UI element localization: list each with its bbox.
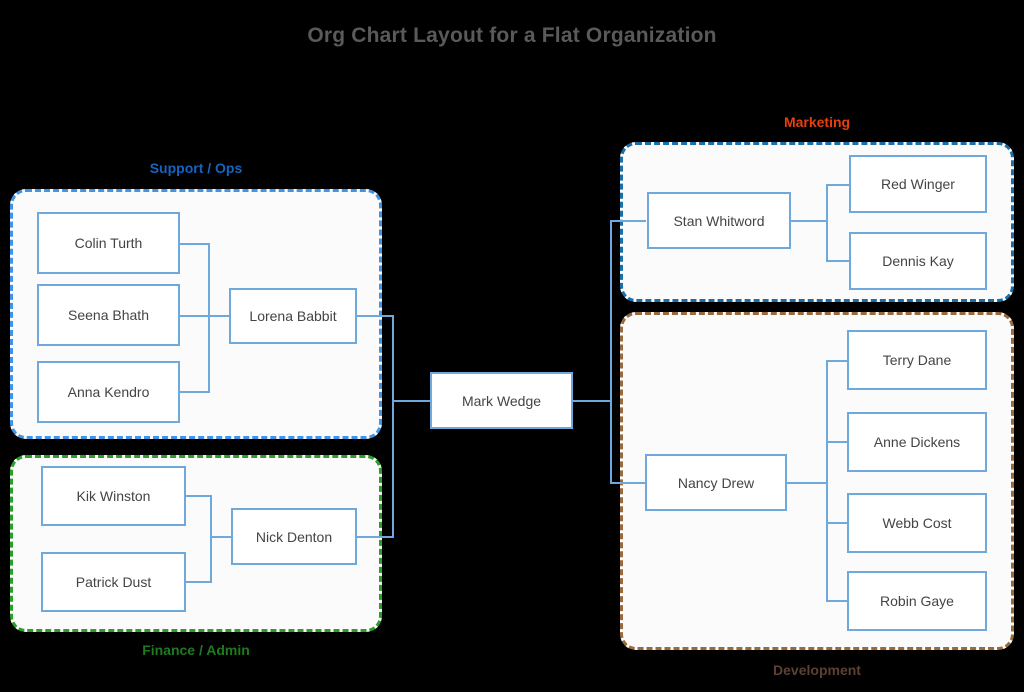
connector-stan-to-trunk [790, 220, 828, 222]
group-label-finance: Finance / Admin [142, 642, 250, 658]
node-nancy-drew[interactable]: Nancy Drew [645, 454, 787, 511]
connector-right-main-to-nancy [610, 482, 646, 484]
node-webb-cost[interactable]: Webb Cost [847, 493, 987, 553]
connector-lorena-to-main [356, 315, 394, 317]
node-anne-dickens[interactable]: Anne Dickens [847, 412, 987, 472]
connector-anna-to-trunk [180, 391, 210, 393]
node-anna-kendro[interactable]: Anna Kendro [37, 361, 180, 423]
node-colin-turth[interactable]: Colin Turth [37, 212, 180, 274]
connector-right-main-to-stan [610, 220, 646, 222]
node-seena-bhath[interactable]: Seena Bhath [37, 284, 180, 346]
group-label-development: Development [773, 662, 861, 678]
page-title: Org Chart Layout for a Flat Organization [307, 24, 717, 47]
connector-root-to-right-main [572, 400, 612, 402]
node-dennis-kay[interactable]: Dennis Kay [849, 232, 987, 290]
connector-kik-to-trunk [186, 495, 212, 497]
connector-trunk-to-lorena [208, 315, 230, 317]
node-terry-dane[interactable]: Terry Dane [847, 330, 987, 390]
node-red-winger[interactable]: Red Winger [849, 155, 987, 213]
connector-nancy-to-trunk [786, 482, 828, 484]
connector-left-main-trunk [392, 315, 394, 538]
node-patrick-dust[interactable]: Patrick Dust [41, 552, 186, 612]
group-label-support: Support / Ops [149, 160, 243, 176]
connector-marketing-trunk [826, 184, 828, 262]
connector-colin-to-trunk [180, 243, 210, 245]
connector-trunk-to-dennis [826, 260, 850, 262]
connector-trunk-to-nick [210, 536, 232, 538]
connector-finance-trunk [210, 495, 212, 583]
connector-trunk-to-red [826, 184, 850, 186]
connector-left-main-to-root [392, 400, 430, 402]
node-stan-whitword[interactable]: Stan Whitword [647, 192, 791, 249]
connector-patrick-to-trunk [186, 581, 212, 583]
node-robin-gaye[interactable]: Robin Gaye [847, 571, 987, 631]
connector-nick-to-main [356, 536, 394, 538]
node-mark-wedge[interactable]: Mark Wedge [430, 372, 573, 429]
node-lorena-babbit[interactable]: Lorena Babbit [229, 288, 357, 344]
connector-development-trunk [826, 360, 828, 600]
connector-right-main-trunk [610, 220, 612, 482]
group-label-marketing: Marketing [783, 114, 851, 130]
node-kik-winston[interactable]: Kik Winston [41, 466, 186, 526]
node-nick-denton[interactable]: Nick Denton [231, 508, 357, 565]
connector-support-trunk [208, 243, 210, 393]
connector-seena-to-trunk [180, 315, 210, 317]
org-chart-canvas: Org Chart Layout for a Flat Organization… [0, 0, 1024, 692]
